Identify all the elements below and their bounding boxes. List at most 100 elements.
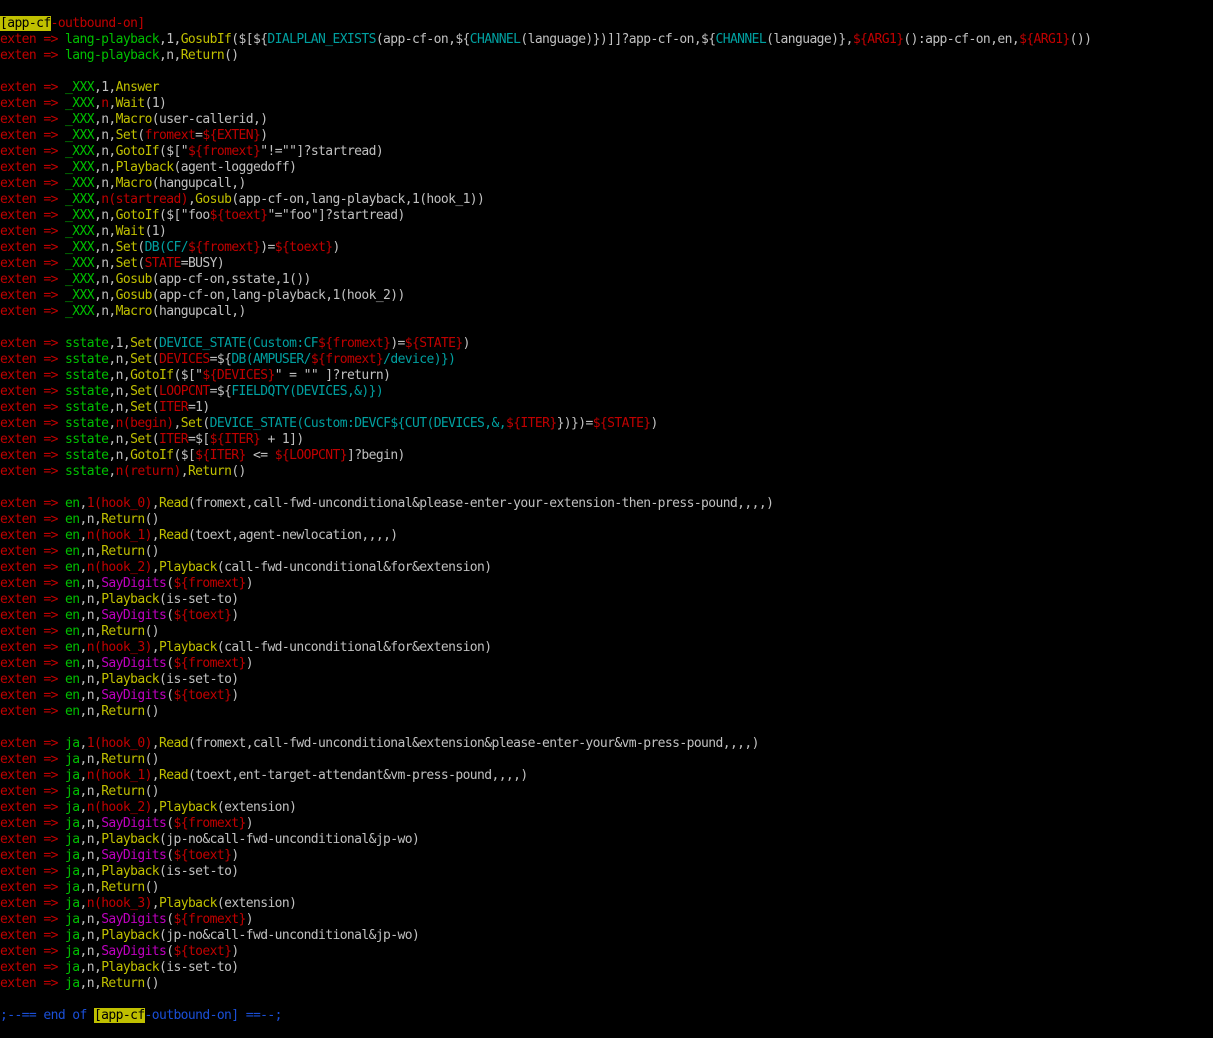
code-line: exten => _XXX,n,Macro(hangupcall,) xyxy=(0,304,1213,320)
code-token: Read xyxy=(159,736,189,751)
code-token: Set xyxy=(130,384,152,399)
code-token: , xyxy=(108,464,116,479)
code-token: exten => xyxy=(0,384,66,399)
code-token: sstate xyxy=(65,432,109,447)
code-token: ${toext} xyxy=(173,608,232,623)
code-token: _XXX xyxy=(65,208,95,223)
code-token: (language)})]]?app-cf-on,${ xyxy=(520,32,716,47)
code-token: 1(hook_0) xyxy=(86,736,153,751)
code-token: Set xyxy=(130,432,152,447)
code-line: exten => ja,n,SayDigits(${toext}) xyxy=(0,944,1213,960)
code-token: exten => xyxy=(0,192,66,207)
code-token: ($[" xyxy=(159,144,189,159)
code-token: sstate xyxy=(65,400,109,415)
code-token: " = "" ]?return) xyxy=(274,368,391,383)
code-token: ${ITER} xyxy=(209,432,261,447)
code-token: ja xyxy=(65,800,80,815)
code-token: exten => xyxy=(0,816,66,831)
code-token: exten => xyxy=(0,528,66,543)
code-token: _XXX xyxy=(65,272,95,287)
code-token: , xyxy=(108,96,116,111)
code-token: _XXX xyxy=(65,144,95,159)
code-token: exten => xyxy=(0,464,66,479)
code-token: ${fromext} xyxy=(173,912,246,927)
code-token: DB xyxy=(231,352,246,367)
code-token: ,n, xyxy=(93,208,116,223)
code-token: Playback xyxy=(159,640,217,655)
code-line: exten => ja,n,Playback(is-set-to) xyxy=(0,864,1213,880)
code-token: exten => xyxy=(0,544,66,559)
code-line: exten => en,n,SayDigits(${fromext}) xyxy=(0,576,1213,592)
code-token: ${fromext} xyxy=(173,576,246,591)
code-token: (app-cf-on,${ xyxy=(375,32,471,47)
code-token: ,n, xyxy=(79,656,102,671)
code-token: en xyxy=(65,608,80,623)
code-token: exten => xyxy=(0,272,66,287)
code-token: LOOPCNT xyxy=(159,384,210,399)
search-highlight: [app-cf xyxy=(0,16,51,31)
code-line: exten => ja,n,Playback(jp-no&call-fwd-un… xyxy=(0,832,1213,848)
code-token: exten => xyxy=(0,352,66,367)
search-highlight: [app-cf xyxy=(93,1008,145,1023)
code-line: exten => sstate,n(begin),Set(DEVICE_STAT… xyxy=(0,416,1213,432)
code-token: () xyxy=(144,784,160,799)
code-token: exten => xyxy=(0,240,66,255)
code-token: exten => xyxy=(0,880,66,895)
code-token: ,n, xyxy=(93,176,116,191)
code-token: ,n, xyxy=(79,832,102,847)
code-token: ():app-cf-on,en, xyxy=(903,32,1020,47)
code-token: en xyxy=(65,544,80,559)
code-token: ${toext} xyxy=(173,688,232,703)
code-token: -outbound-on] ==--; xyxy=(144,1008,283,1023)
code-token: CHANNEL xyxy=(715,32,767,47)
code-token: Return xyxy=(101,704,145,719)
code-token: exten => xyxy=(0,128,66,143)
code-token: , xyxy=(79,528,88,543)
code-token: ,n, xyxy=(79,672,102,687)
code-token: ) xyxy=(245,656,254,671)
code-token: exten => xyxy=(0,304,66,319)
code-token: Set xyxy=(180,416,203,431)
code-token: exten => xyxy=(0,144,66,159)
code-token: exten => xyxy=(0,912,66,927)
code-token: ${toext} xyxy=(173,944,232,959)
code-token: Answer xyxy=(115,80,160,95)
code-token: GotoIf xyxy=(115,144,160,159)
code-token: ( xyxy=(202,416,210,431)
code-line: exten => ja,n,Return() xyxy=(0,752,1213,768)
code-token: (jp-no&call-fwd-unconditional&jp-wo) xyxy=(159,928,420,943)
code-token: sstate xyxy=(65,352,109,367)
code-token: exten => xyxy=(0,176,66,191)
code-token: ,1, xyxy=(93,80,116,95)
code-token: exten => xyxy=(0,864,66,879)
code-token: () xyxy=(144,880,160,895)
code-line: exten => _XXX,n,GotoIf($["foo${toext}"="… xyxy=(0,208,1213,224)
code-token: ( xyxy=(137,256,145,271)
code-token: Playback xyxy=(101,928,160,943)
code-token: exten => xyxy=(0,48,66,63)
code-token: exten => xyxy=(0,848,66,863)
code-token: exten => xyxy=(0,160,66,175)
code-token: ,n, xyxy=(79,816,102,831)
code-token: ja xyxy=(65,944,80,959)
code-line: exten => ja,1(hook_0),Read(fromext,call-… xyxy=(0,736,1213,752)
code-token: Set xyxy=(115,256,138,271)
code-token: ,n, xyxy=(108,352,131,367)
code-token: ($["foo xyxy=(159,208,210,223)
code-token: Set xyxy=(130,336,152,351)
code-line: exten => en,n,Return() xyxy=(0,624,1213,640)
code-line: exten => sstate,n,Set(DEVICES=${DB(AMPUS… xyxy=(0,352,1213,368)
code-token: Return xyxy=(101,544,145,559)
code-token: SayDigits xyxy=(101,848,167,863)
code-token: })})= xyxy=(556,416,594,431)
code-token: , xyxy=(79,496,88,511)
code-token: _XXX xyxy=(65,192,95,207)
code-token: exten => xyxy=(0,496,66,511)
code-token: , xyxy=(151,736,160,751)
code-line: exten => en,n,Playback(is-set-to) xyxy=(0,672,1213,688)
code-token: STATE xyxy=(144,256,182,271)
code-token: ja xyxy=(65,912,80,927)
